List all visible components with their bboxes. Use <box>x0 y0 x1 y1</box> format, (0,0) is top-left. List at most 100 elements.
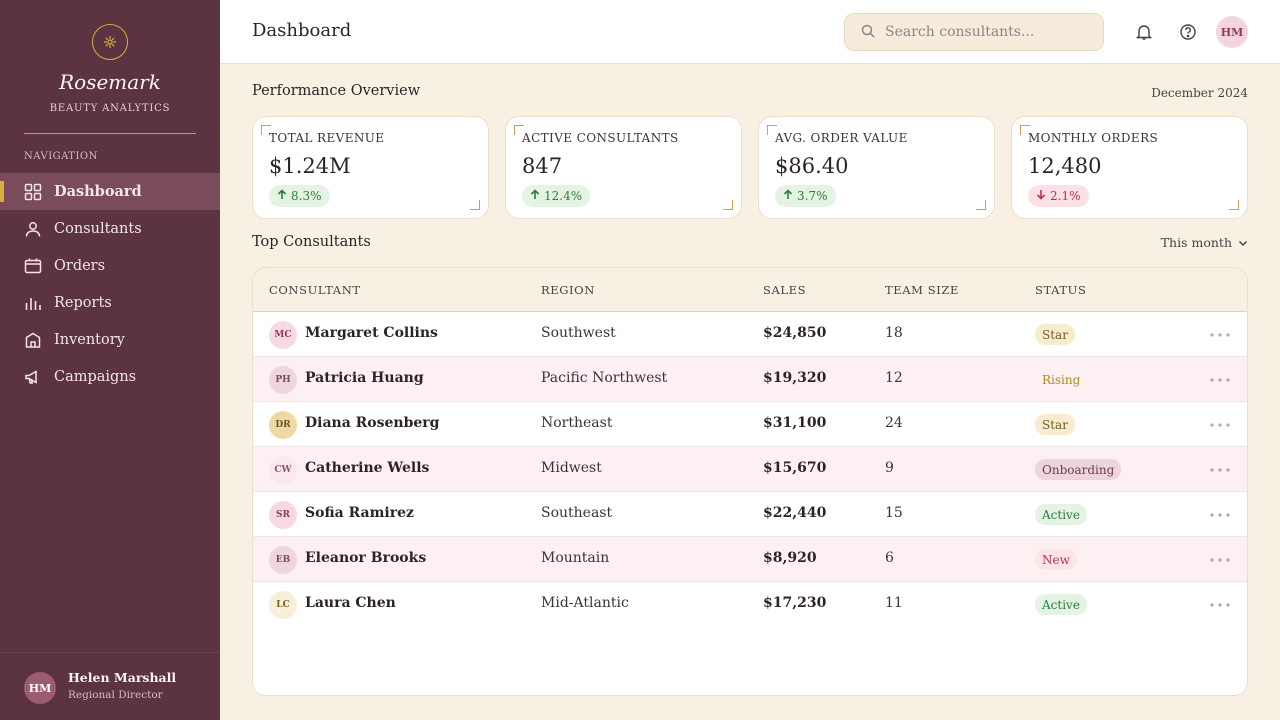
region-cell: Mountain <box>541 550 610 566</box>
user-avatar[interactable]: HM <box>1216 16 1248 48</box>
avatar: PH <box>269 366 297 394</box>
kpi-card-orders: MONTHLY ORDERS 12,480 2.1% <box>1011 116 1248 219</box>
sidebar-item-inventory[interactable]: Inventory <box>0 321 220 358</box>
page-title: Dashboard <box>252 20 352 41</box>
team-size-cell: 15 <box>885 505 903 521</box>
more-options-icon[interactable] <box>1209 326 1231 344</box>
help-icon[interactable] <box>1177 21 1199 43</box>
user-profile[interactable]: HM Helen Marshall Regional Director <box>0 652 220 720</box>
sidebar-item-dashboard[interactable]: Dashboard <box>0 173 220 210</box>
kpi-label: TOTAL REVENUE <box>269 131 385 145</box>
status-badge: Active <box>1035 594 1087 615</box>
kpi-change-badge: 8.3% <box>269 185 330 207</box>
table-row[interactable]: EB Eleanor Brooks Mountain $8,920 6 New <box>253 537 1247 582</box>
sidebar-item-label: Dashboard <box>54 183 142 200</box>
consultant-name: Laura Chen <box>305 595 396 611</box>
sidebar-item-campaigns[interactable]: Campaigns <box>0 358 220 395</box>
team-size-cell: 6 <box>885 550 894 566</box>
region-cell: Mid-Atlantic <box>541 595 629 611</box>
status-badge: Onboarding <box>1035 459 1122 480</box>
status-badge: New <box>1035 549 1077 570</box>
corner-ornament <box>976 200 986 210</box>
divider <box>24 133 196 134</box>
arrow-up-icon <box>530 189 540 203</box>
column-header[interactable]: SALES <box>763 283 806 297</box>
arrow-up-icon <box>783 189 793 203</box>
arrow-down-icon <box>1036 189 1046 203</box>
region-cell: Southwest <box>541 325 616 341</box>
section-title-overview: Performance Overview <box>252 83 421 99</box>
bar-chart-icon <box>24 294 42 312</box>
kpi-change-badge: 3.7% <box>775 185 836 207</box>
column-header[interactable]: CONSULTANT <box>269 283 361 297</box>
search-input[interactable] <box>885 24 1085 40</box>
bell-icon[interactable] <box>1133 21 1155 43</box>
table-row[interactable]: MC Margaret Collins Southwest $24,850 18… <box>253 312 1247 357</box>
sidebar-nav: Dashboard Consultants Orders Reports Inv… <box>0 173 220 395</box>
avatar: DR <box>269 411 297 439</box>
corner-ornament <box>723 200 733 210</box>
avatar: SR <box>269 501 297 529</box>
table-row[interactable]: LC Laura Chen Mid-Atlantic $17,230 11 Ac… <box>253 582 1247 627</box>
team-size-cell: 12 <box>885 370 903 386</box>
column-header[interactable]: TEAM SIZE <box>885 283 959 297</box>
status-badge: Rising <box>1035 369 1088 390</box>
sidebar-item-consultants[interactable]: Consultants <box>0 210 220 247</box>
table-header: CONSULTANT REGION SALES TEAM SIZE STATUS <box>253 268 1247 312</box>
sales-cell: $24,850 <box>763 325 827 341</box>
sidebar-item-label: Inventory <box>54 331 125 348</box>
table-row[interactable]: SR Sofia Ramirez Southeast $22,440 15 Ac… <box>253 492 1247 537</box>
kpi-value: $86.40 <box>775 154 849 178</box>
sales-cell: $15,670 <box>763 460 827 476</box>
column-header[interactable]: STATUS <box>1035 283 1086 297</box>
corner-ornament <box>470 200 480 210</box>
region-cell: Pacific Northwest <box>541 370 668 386</box>
corner-ornament <box>1229 200 1239 210</box>
sidebar-item-orders[interactable]: Orders <box>0 247 220 284</box>
kpi-change-badge: 2.1% <box>1028 185 1089 207</box>
avatar: HM <box>24 672 56 704</box>
more-options-icon[interactable] <box>1209 506 1231 524</box>
avatar: EB <box>269 546 297 574</box>
sales-cell: $19,320 <box>763 370 827 386</box>
table-row[interactable]: DR Diana Rosenberg Northeast $31,100 24 … <box>253 402 1247 447</box>
sidebar-item-label: Consultants <box>54 220 142 237</box>
avatar: LC <box>269 591 297 619</box>
sidebar-item-label: Reports <box>54 294 112 311</box>
avatar: MC <box>269 321 297 349</box>
kpi-value: $1.24M <box>269 154 351 178</box>
box-icon <box>24 331 42 349</box>
consultant-name: Catherine Wells <box>305 460 430 476</box>
kpi-change: 8.3% <box>291 189 322 203</box>
sales-cell: $17,230 <box>763 595 827 611</box>
team-size-cell: 24 <box>885 415 903 431</box>
more-options-icon[interactable] <box>1209 416 1231 434</box>
consultants-table: CONSULTANT REGION SALES TEAM SIZE STATUS… <box>252 267 1248 696</box>
kpi-change: 12.4% <box>544 189 583 203</box>
more-options-icon[interactable] <box>1209 371 1231 389</box>
region-cell: Southeast <box>541 505 613 521</box>
consultant-name: Diana Rosenberg <box>305 415 440 431</box>
kpi-label: MONTHLY ORDERS <box>1028 131 1159 145</box>
region-cell: Northeast <box>541 415 613 431</box>
more-options-icon[interactable] <box>1209 461 1231 479</box>
column-header[interactable]: REGION <box>541 283 595 297</box>
grid-icon <box>24 183 42 201</box>
table-row[interactable]: CW Catherine Wells Midwest $15,670 9 Onb… <box>253 447 1247 492</box>
arrow-up-icon <box>277 189 287 203</box>
sidebar-item-reports[interactable]: Reports <box>0 284 220 321</box>
consultant-name: Sofia Ramirez <box>305 505 414 521</box>
user-icon <box>24 220 42 238</box>
more-options-icon[interactable] <box>1209 596 1231 614</box>
search-box[interactable] <box>844 13 1104 51</box>
top-header: Dashboard HM <box>220 0 1280 64</box>
range-dropdown[interactable]: This month <box>1161 235 1248 250</box>
region-cell: Midwest <box>541 460 602 476</box>
table-row[interactable]: PH Patricia Huang Pacific Northwest $19,… <box>253 357 1247 402</box>
sales-cell: $8,920 <box>763 550 817 566</box>
sidebar-item-label: Orders <box>54 257 106 274</box>
more-options-icon[interactable] <box>1209 551 1231 569</box>
status-badge: Active <box>1035 504 1087 525</box>
team-size-cell: 11 <box>885 595 903 611</box>
flower-logo-icon <box>92 24 128 60</box>
